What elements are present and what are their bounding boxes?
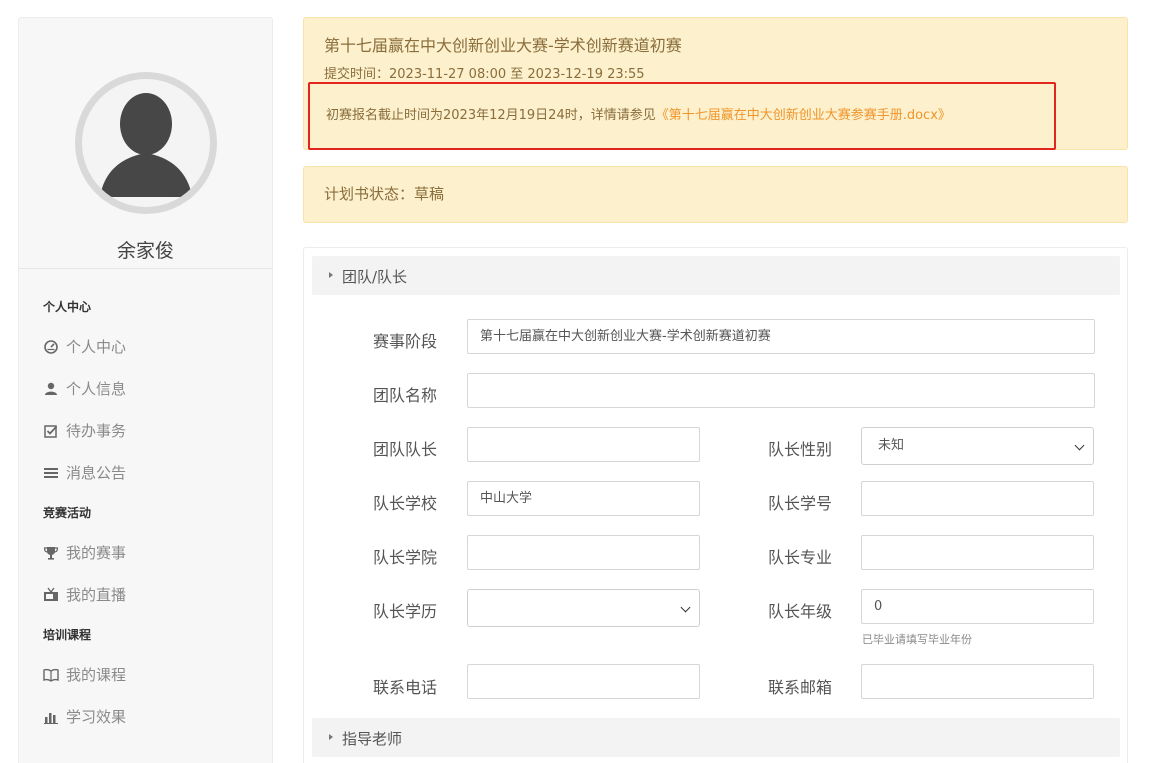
college-label: 队长学院 — [373, 548, 438, 567]
stage-label: 赛事阶段 — [373, 332, 438, 351]
bar-chart-icon — [44, 712, 58, 724]
education-select[interactable] — [467, 589, 700, 627]
sidebar-item-todo[interactable]: 待办事务 — [43, 420, 126, 441]
college-input[interactable] — [467, 535, 700, 570]
default-avatar-icon — [100, 93, 192, 197]
stage-input[interactable]: 第十七届赢在中大创新创业大赛-学术创新赛道初赛 — [467, 319, 1095, 354]
school-input[interactable]: 中山大学 — [467, 481, 700, 516]
tv-icon — [44, 587, 58, 601]
grade-hint: 已毕业请填写毕业年份 — [862, 633, 972, 646]
major-input[interactable] — [861, 535, 1094, 570]
chevron-down-icon — [1074, 440, 1085, 451]
competition-title: 第十七届赢在中大创新创业大赛-学术创新赛道初赛 — [324, 36, 682, 55]
section-title-personal: 个人中心 — [43, 300, 92, 314]
student-id-label: 队长学号 — [768, 494, 833, 513]
deadline-highlight-box: 初赛报名截止时间为2023年12月19日24时，详情请参见《第十七届赢在中大创新… — [308, 82, 1056, 150]
section-header-label: 团队/队长 — [342, 268, 408, 286]
caret-right-icon — [329, 734, 333, 740]
sidebar-item-my-live[interactable]: 我的直播 — [43, 584, 126, 605]
plan-status-text: 计划书状态：草稿 — [324, 185, 445, 203]
competition-notice: 第十七届赢在中大创新创业大赛-学术创新赛道初赛 提交时间：2023-11-27 … — [303, 17, 1128, 150]
email-label: 联系邮箱 — [768, 678, 833, 697]
sidebar-item-announcements[interactable]: 消息公告 — [43, 462, 126, 483]
sidebar-item-label: 我的赛事 — [66, 544, 127, 562]
chevron-down-icon — [680, 602, 691, 613]
menu-lines-icon — [44, 467, 58, 478]
sidebar-item-personal-center[interactable]: 个人中心 — [43, 336, 126, 357]
user-icon — [45, 382, 57, 395]
sidebar-item-label: 学习效果 — [66, 708, 127, 726]
sidebar: 余家俊 个人中心 个人中心 个人信息 待办事务 消息公告 竞赛活动 我的赛事 我… — [18, 17, 273, 763]
caret-right-icon — [329, 272, 333, 278]
gender-label: 队长性别 — [768, 440, 833, 459]
handbook-link[interactable]: 《第十七届赢在中大创新创业大赛参赛手册.docx》 — [656, 108, 951, 123]
sidebar-item-label: 个人中心 — [66, 338, 127, 356]
divider — [19, 268, 272, 269]
sidebar-item-label: 消息公告 — [66, 464, 127, 482]
avatar — [75, 72, 217, 214]
phone-label: 联系电话 — [373, 678, 438, 697]
gender-select-value: 未知 — [878, 438, 905, 453]
section-header-teacher[interactable]: 指导老师 — [312, 718, 1120, 757]
book-icon — [43, 668, 59, 682]
trophy-icon — [43, 546, 59, 560]
gender-select[interactable]: 未知 — [861, 427, 1094, 465]
email-input[interactable] — [861, 664, 1094, 699]
team-name-label: 团队名称 — [373, 386, 438, 405]
dashboard-icon — [44, 339, 58, 354]
leader-label: 团队队长 — [373, 440, 438, 459]
registration-form: 团队/队长 赛事阶段 第十七届赢在中大创新创业大赛-学术创新赛道初赛 团队名称 … — [303, 247, 1128, 763]
checkbox-icon — [44, 424, 58, 438]
deadline-text-row: 初赛报名截止时间为2023年12月19日24时，详情请参见《第十七届赢在中大创新… — [326, 104, 951, 123]
deadline-text: 初赛报名截止时间为2023年12月19日24时，详情请参见 — [326, 108, 656, 123]
grade-label: 队长年级 — [768, 602, 833, 621]
plan-status-banner: 计划书状态：草稿 — [303, 166, 1128, 223]
section-header-team[interactable]: 团队/队长 — [312, 256, 1120, 295]
sidebar-item-my-competitions[interactable]: 我的赛事 — [43, 542, 126, 563]
submission-time: 提交时间：2023-11-27 08:00 至 2023-12-19 23:55 — [324, 67, 645, 82]
sidebar-item-label: 待办事务 — [66, 422, 127, 440]
major-label: 队长专业 — [768, 548, 833, 567]
school-label: 队长学校 — [373, 494, 438, 513]
username: 余家俊 — [116, 240, 174, 262]
section-title-competition: 竞赛活动 — [43, 506, 92, 520]
sidebar-item-label: 个人信息 — [66, 380, 127, 398]
education-label: 队长学历 — [373, 602, 438, 621]
student-id-input[interactable] — [861, 481, 1094, 516]
sidebar-item-learning-results[interactable]: 学习效果 — [43, 706, 126, 727]
section-header-label: 指导老师 — [342, 730, 403, 748]
sidebar-item-label: 我的直播 — [66, 586, 127, 604]
grade-input[interactable]: 0 — [861, 589, 1094, 624]
section-title-training: 培训课程 — [43, 628, 92, 642]
sidebar-item-label: 我的课程 — [66, 666, 127, 684]
sidebar-item-my-courses[interactable]: 我的课程 — [43, 664, 126, 685]
leader-input[interactable] — [467, 427, 700, 462]
team-name-input[interactable] — [467, 373, 1095, 408]
phone-input[interactable] — [467, 664, 700, 699]
sidebar-item-personal-info[interactable]: 个人信息 — [43, 378, 126, 399]
